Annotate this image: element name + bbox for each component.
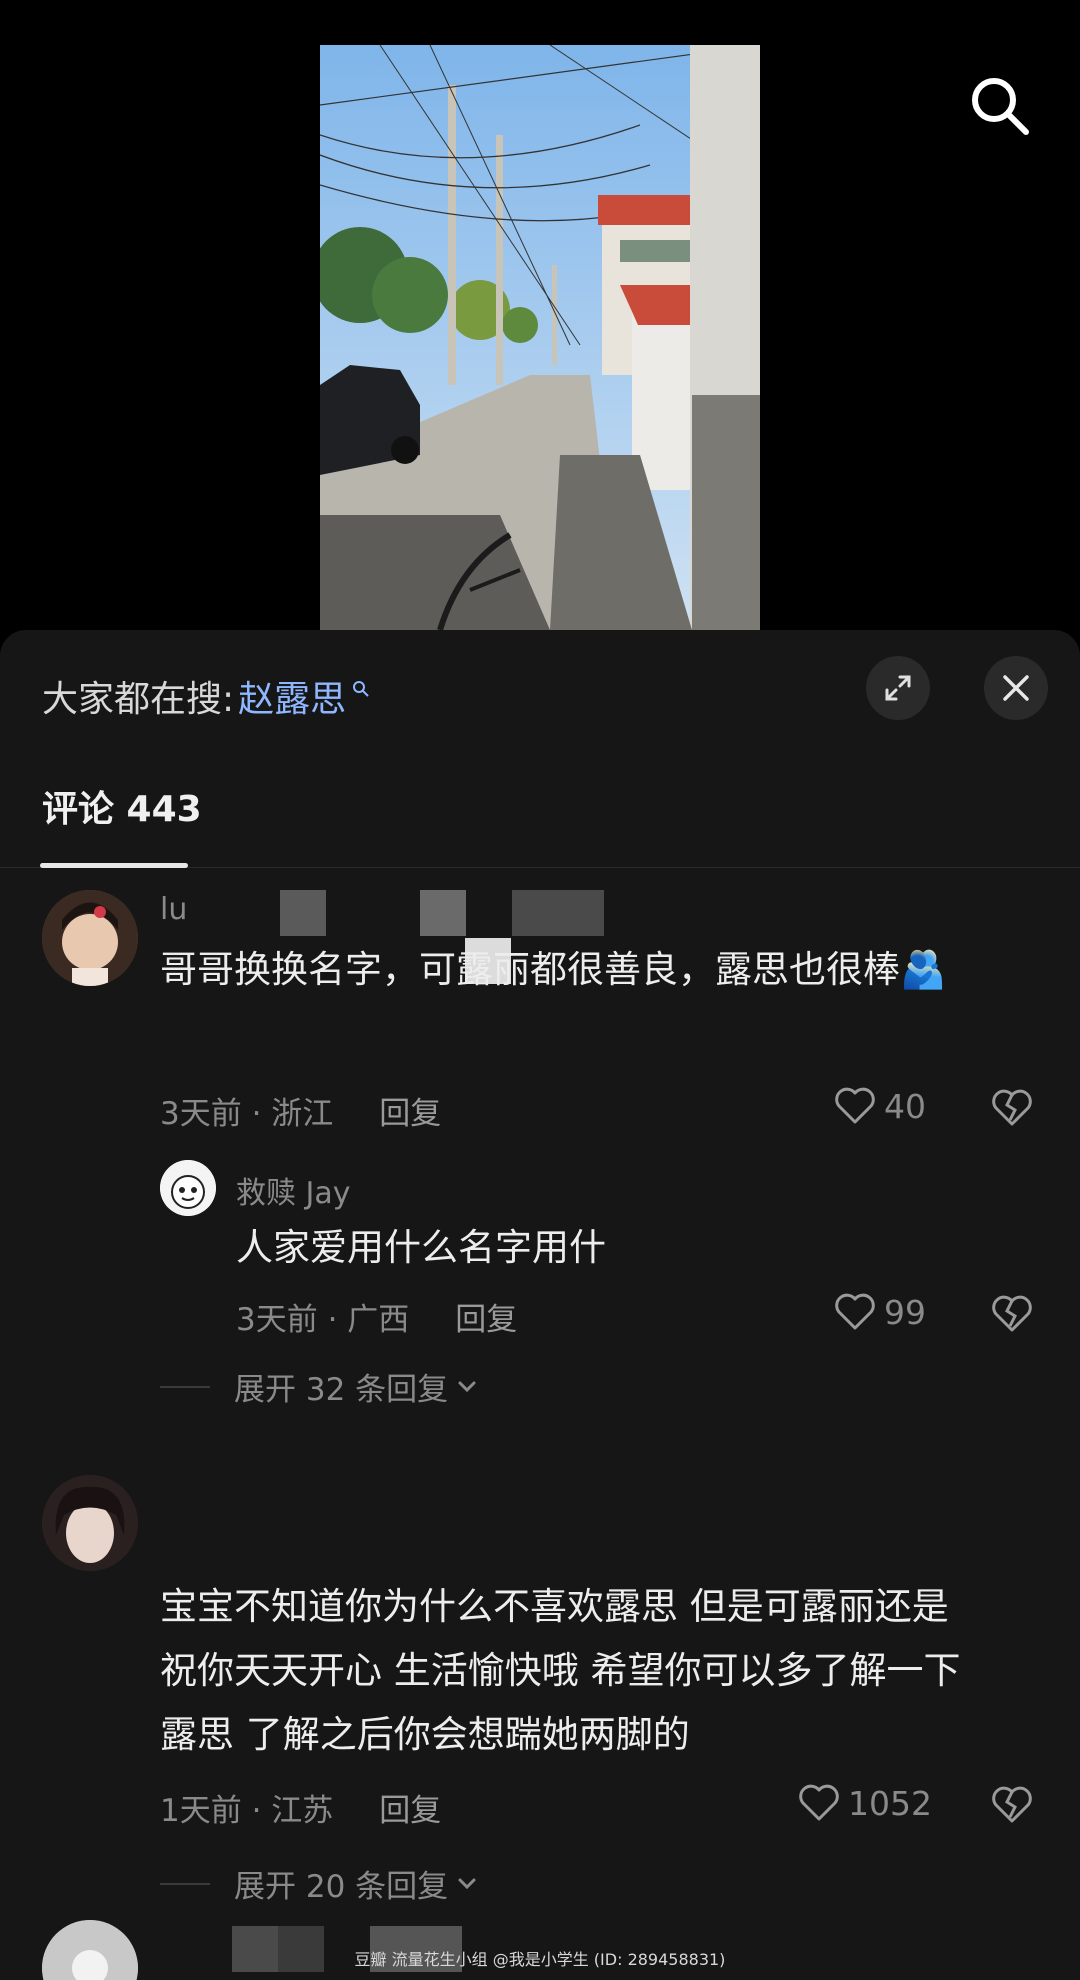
like-button[interactable]: 99 — [834, 1292, 926, 1332]
broken-heart-icon — [992, 1786, 1032, 1823]
heart-icon — [835, 1293, 875, 1330]
comment-text-line: 宝宝不知道你为什么不喜欢露思 但是可露丽还是 — [160, 1585, 949, 1628]
hot-search-term[interactable]: 赵露思 — [238, 670, 346, 722]
dislike-button[interactable] — [990, 1292, 1034, 1336]
avatar[interactable] — [42, 1475, 138, 1571]
censor-mosaic — [420, 890, 466, 936]
censor-mosaic — [280, 890, 326, 936]
expand-replies-label: 展开 32 条回复 — [234, 1372, 449, 1408]
video-thumbnail[interactable] — [320, 45, 760, 630]
comment-tabs: 评论 443 — [0, 780, 1080, 868]
close-button[interactable] — [984, 656, 1048, 720]
dislike-button[interactable] — [990, 1783, 1034, 1827]
close-icon — [1003, 675, 1029, 701]
broken-heart-icon — [992, 1089, 1032, 1126]
like-button[interactable]: 1052 — [798, 1783, 932, 1823]
comment-meta: 3天前 · 浙江 回复 — [160, 1088, 441, 1133]
broken-heart-icon — [992, 1295, 1032, 1332]
comment-text-line: 祝你天天开心 生活愉快哦 希望你可以多了解一下 — [160, 1649, 961, 1692]
dislike-button[interactable] — [990, 1086, 1034, 1130]
reply-button[interactable]: 回复 — [379, 1785, 441, 1830]
chevron-down-icon — [458, 1381, 476, 1392]
search-button[interactable] — [968, 74, 1032, 138]
reply-time-location: 3天前 · 广西 — [236, 1302, 410, 1338]
active-tab-indicator — [40, 863, 188, 868]
divider — [160, 1385, 210, 1388]
like-count: 1052 — [848, 1783, 932, 1823]
expand-replies-button[interactable]: 展开 20 条回复 — [160, 1861, 480, 1906]
reply-button[interactable]: 回复 — [379, 1088, 441, 1133]
reply-button[interactable]: 回复 — [455, 1294, 517, 1339]
comment-meta: 1天前 · 江苏 回复 — [160, 1785, 441, 1830]
tab-comments[interactable]: 评论 443 — [42, 780, 202, 832]
comment-time-location: 1天前 · 江苏 — [160, 1793, 334, 1829]
reply-username[interactable]: 救赎 Jay — [236, 1168, 351, 1212]
like-count: 40 — [884, 1086, 926, 1126]
heart-icon — [835, 1087, 875, 1124]
censor-mosaic — [512, 890, 604, 936]
hot-search-suggestion[interactable]: 大家都在搜: 赵露思 — [42, 670, 370, 722]
divider — [160, 1882, 210, 1885]
chevron-down-icon — [458, 1878, 476, 1889]
comment-username[interactable]: lu — [160, 892, 187, 927]
like-count: 99 — [884, 1292, 926, 1332]
watermark: 豆瓣 流量花生小组 @我是小学生 (ID: 289458831) — [354, 1950, 726, 1969]
video-player[interactable] — [0, 0, 1080, 630]
reply-meta: 3天前 · 广西 回复 — [236, 1294, 517, 1339]
avatar[interactable] — [42, 890, 138, 986]
comment-text: 哥哥换换名字，可露丽都很善良，露思也很棒🫂 — [160, 948, 947, 991]
like-button[interactable]: 40 — [834, 1086, 926, 1126]
expand-replies-label: 展开 20 条回复 — [234, 1869, 449, 1905]
expand-replies-button[interactable]: 展开 32 条回复 — [160, 1364, 480, 1409]
comment-panel: 大家都在搜: 赵露思 评论 443 lu 哥哥换换名字，可露丽都很善良，露思也很… — [0, 630, 1080, 1980]
comment-text-line: 露思 了解之后你会想踹她两脚的 — [160, 1713, 690, 1756]
street-scene-image — [320, 45, 760, 630]
search-icon — [972, 78, 1029, 135]
expand-icon — [885, 675, 911, 701]
heart-icon — [799, 1784, 839, 1821]
comment-time-location: 3天前 · 浙江 — [160, 1096, 334, 1132]
search-icon — [353, 681, 369, 697]
reply-text: 人家爱用什么名字用什 — [236, 1226, 606, 1269]
hot-search-prefix: 大家都在搜: — [42, 679, 235, 720]
comment-panel-header: 大家都在搜: 赵露思 — [0, 630, 1080, 738]
expand-button[interactable] — [866, 656, 930, 720]
avatar[interactable] — [160, 1160, 216, 1216]
